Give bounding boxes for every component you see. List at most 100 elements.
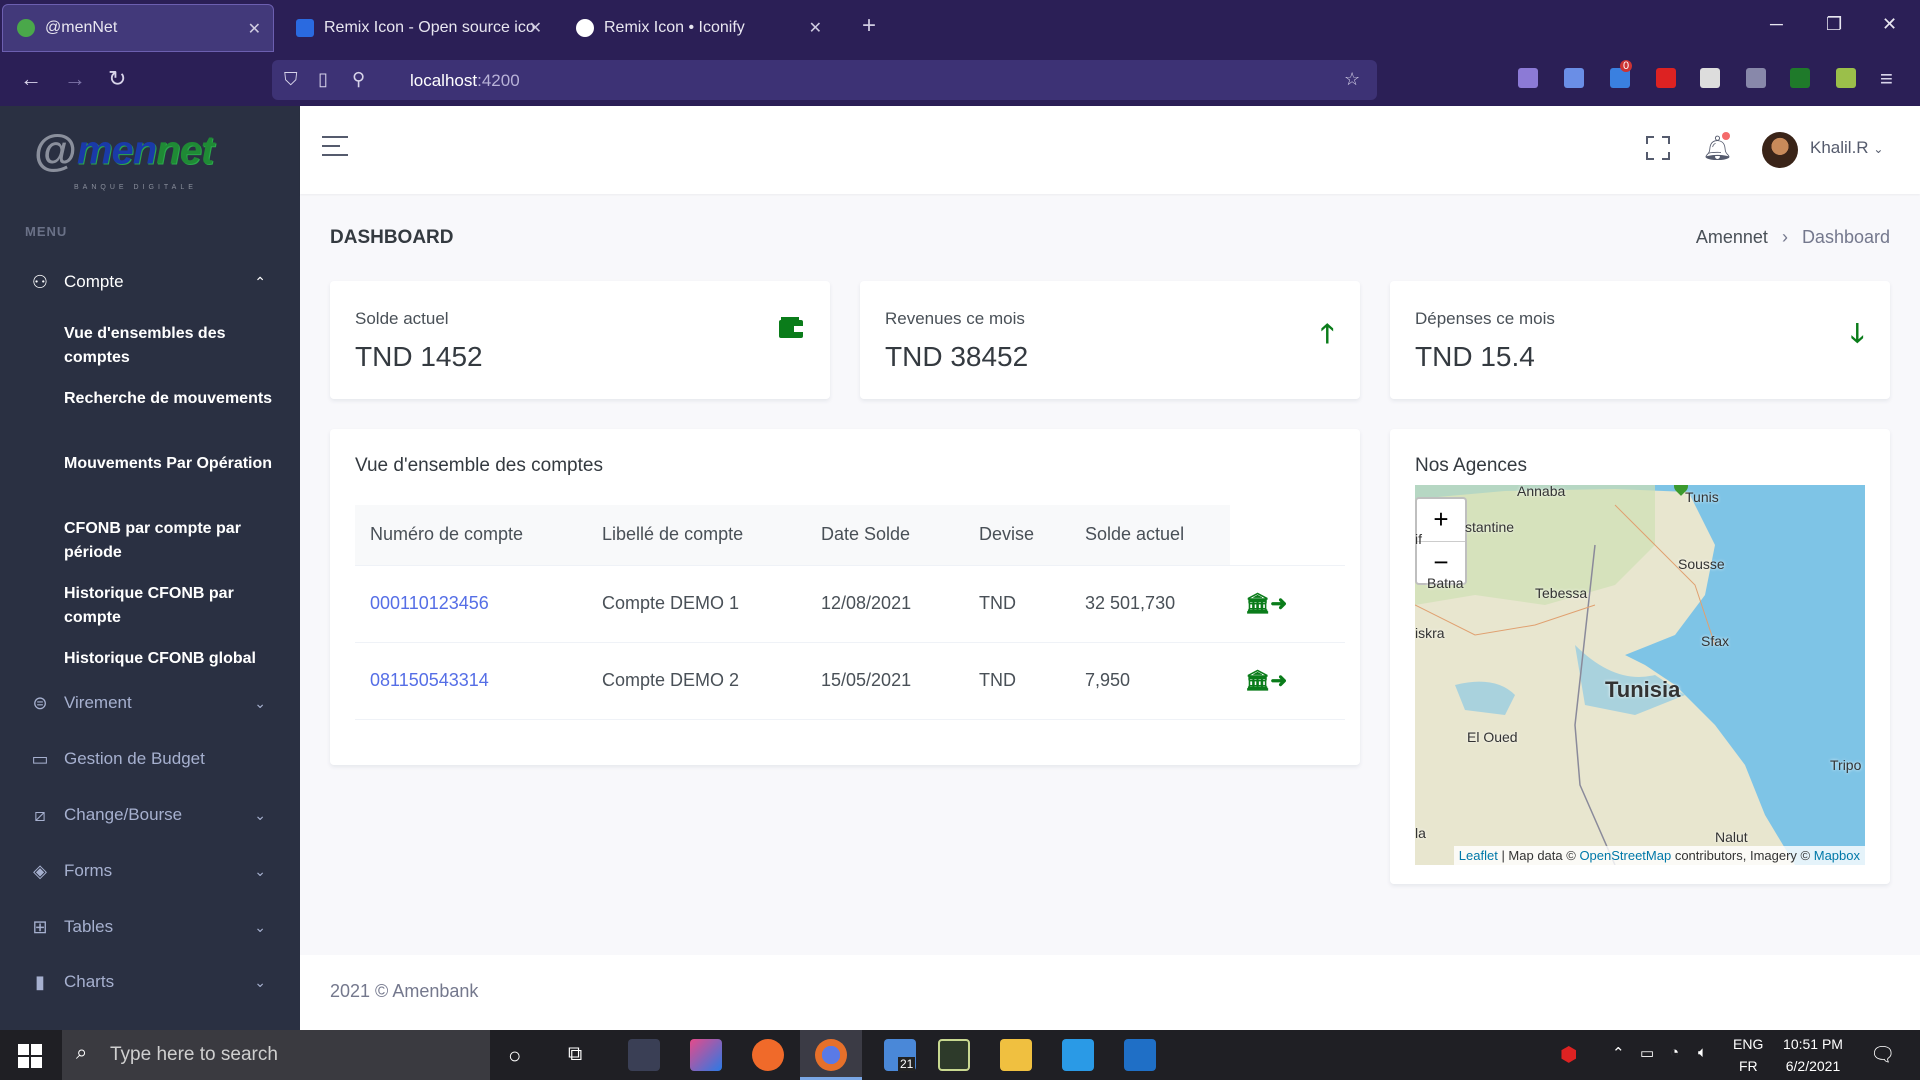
map-label: Sousse [1678,556,1725,572]
zoom-in-button[interactable]: + [1417,499,1465,541]
logo[interactable]: @mennet BANQUE DIGITALE [34,126,214,191]
wallet-icon [778,315,804,346]
sidebar-item-charts[interactable]: ▮ Charts ⌄ [0,962,300,1002]
restore-button[interactable]: ❐ [1826,14,1842,35]
bar-chart-icon: ▮ [35,971,45,992]
new-tab-button[interactable]: + [862,12,876,40]
tab-remix-icon[interactable]: Remix Icon - Open source icon ✕ [282,4,554,52]
sidebar-subitem-historique-global[interactable]: Historique CFONB global [64,647,284,671]
url-bar[interactable]: ⛉ ▯ ⚲ localhost:4200 ☆ [272,60,1377,100]
taskbar-app-icon[interactable]: 21 [884,1039,916,1071]
wifi-icon[interactable]: ◔ [1670,1044,1679,1061]
file-explorer-icon[interactable] [1000,1039,1032,1071]
language-indicator[interactable]: ENG FR [1733,1036,1763,1074]
app-icon[interactable] [628,1039,660,1071]
forward-button[interactable]: → [64,66,86,92]
permissions-icon[interactable]: ⚲ [352,69,365,90]
bank-transfer-icon[interactable]: 🏛︎➜ [1245,670,1287,692]
sidebar-item-forms[interactable]: ◈ Forms ⌄ [0,851,300,891]
currency: TND [964,565,1070,643]
mapbox-link[interactable]: Mapbox [1814,848,1860,863]
sidebar-subitem-vue-ensemble[interactable]: Vue d'ensembles des comptes [64,322,284,370]
sidebar-subitem-mouvements[interactable]: Mouvements Par Opération [64,452,284,476]
menu-icon[interactable]: ≡ [1880,66,1893,92]
notification-dot [1722,132,1730,140]
shield-icon[interactable]: ⛉ [284,69,298,90]
fullscreen-icon[interactable] [1646,136,1670,160]
notifications-icon[interactable]: 🗨︎ [1870,1042,1895,1067]
clock[interactable]: 10:51 PM 6/2/2021 [1783,1036,1843,1074]
tray-app-icon[interactable]: ⬢ [1560,1042,1577,1067]
chevron-down-icon: ⌄ [254,973,266,990]
app-icon[interactable] [938,1039,970,1071]
account-number-link[interactable]: 081150543314 [370,670,489,690]
taskbar-search[interactable]: ⌕ Type here to search [62,1030,490,1080]
user-menu[interactable]: Khalil.R ⌄ [1810,138,1883,158]
sidebar-item-tables[interactable]: ⊞ Tables ⌄ [0,907,300,947]
task-view-icon[interactable]: ⧉ [568,1043,582,1066]
breadcrumb-item[interactable]: Amennet [1696,227,1768,247]
postman-icon[interactable] [752,1039,784,1071]
agencies-map[interactable]: + − Annaba Tunis stantine if Sousse Batn… [1415,485,1865,865]
intellij-icon[interactable] [690,1039,722,1071]
account-number-link[interactable]: 000110123456 [370,593,489,613]
stat-card-revenues: Revenues ce mois TND 38452 🡑 [860,281,1360,399]
reload-button[interactable]: ↻ [108,66,126,92]
battery-icon[interactable]: ▭ [1640,1044,1654,1062]
table-header-row: Numéro de compte Libellé de compte Date … [355,505,1345,566]
hamburger-menu-icon[interactable] [322,136,348,163]
tab-amennet[interactable]: @menNet ✕ [2,4,274,52]
volume-icon[interactable]: 🔈︎ [1698,1044,1707,1061]
minimize-button[interactable]: ─ [1770,14,1783,35]
page-icon[interactable]: ▯ [318,69,328,90]
close-icon[interactable]: ✕ [529,18,542,38]
extension-icon[interactable] [1790,68,1810,88]
extension-icon[interactable] [1836,68,1856,88]
extension-icon[interactable]: 0 [1610,60,1633,88]
sidebar-item-change-bourse[interactable]: ⧄ Change/Bourse ⌄ [0,795,300,835]
sidebar-subitem-recherche[interactable]: Recherche de mouvements [64,387,284,411]
map-attribution: Leaflet | Map data © OpenStreetMap contr… [1453,846,1865,865]
chevron-up-icon[interactable]: ⌃ [1612,1044,1625,1062]
close-icon[interactable]: ✕ [809,18,822,38]
sidebar-subitem-historique-compte[interactable]: Historique CFONB par compte [64,582,284,630]
sidebar-subitem-cfonb-periode[interactable]: CFONB par compte par période [64,517,284,565]
bookmark-star-icon[interactable]: ☆ [1344,69,1360,90]
map-label: Annaba [1517,485,1566,499]
account-label: Compte DEMO 2 [587,642,806,720]
wrench-icon[interactable] [1564,68,1584,88]
map-label: Tebessa [1535,585,1588,601]
bank-transfer-icon[interactable]: 🏛︎➜ [1245,593,1287,615]
map-label: Tunis [1685,489,1719,505]
vscode-icon[interactable] [1124,1039,1156,1071]
windows-start-icon[interactable] [18,1044,42,1068]
leaflet-link[interactable]: Leaflet [1459,848,1498,863]
back-button[interactable]: ← [20,66,42,92]
extension-icon[interactable] [1656,68,1676,88]
sidebar-item-budget[interactable]: ▭ Gestion de Budget [0,739,300,779]
sidebar-item-label: Change/Bourse [64,805,183,824]
tab-title: Remix Icon - Open source icon [324,19,534,36]
sidebar-item-virement[interactable]: ⊜ Virement ⌄ [0,683,300,723]
column-header: Devise [964,505,1070,566]
webstorm-icon[interactable] [1062,1039,1094,1071]
stat-value: TND 1452 [355,341,483,372]
close-icon[interactable]: ✕ [248,19,261,39]
cortana-icon[interactable]: ○ [508,1043,521,1069]
close-window-button[interactable]: ✕ [1882,14,1897,35]
user-icon: ⚇ [31,271,49,292]
osm-link[interactable]: OpenStreetMap [1579,848,1671,863]
avatar[interactable] [1762,132,1798,168]
firefox-taskbar-item[interactable] [800,1030,862,1080]
map-label: Nalut [1715,829,1748,845]
balance: 32 501,730 [1070,565,1230,643]
url-text[interactable]: localhost:4200 [410,71,520,91]
agencies-card: Nos Agences + − Annaba Tunis stantine if… [1390,429,1890,884]
tab-title: Remix Icon • Iconify [604,19,745,36]
mail-icon[interactable] [1700,68,1720,88]
pocket-icon[interactable] [1518,68,1538,88]
breadcrumb-separator: › [1781,227,1788,247]
sidebar-item-compte[interactable]: ⚇ Compte ⌃ [0,262,300,302]
pen-icon[interactable] [1746,68,1766,88]
tab-iconify[interactable]: Remix Icon • Iconify ✕ [562,4,834,52]
